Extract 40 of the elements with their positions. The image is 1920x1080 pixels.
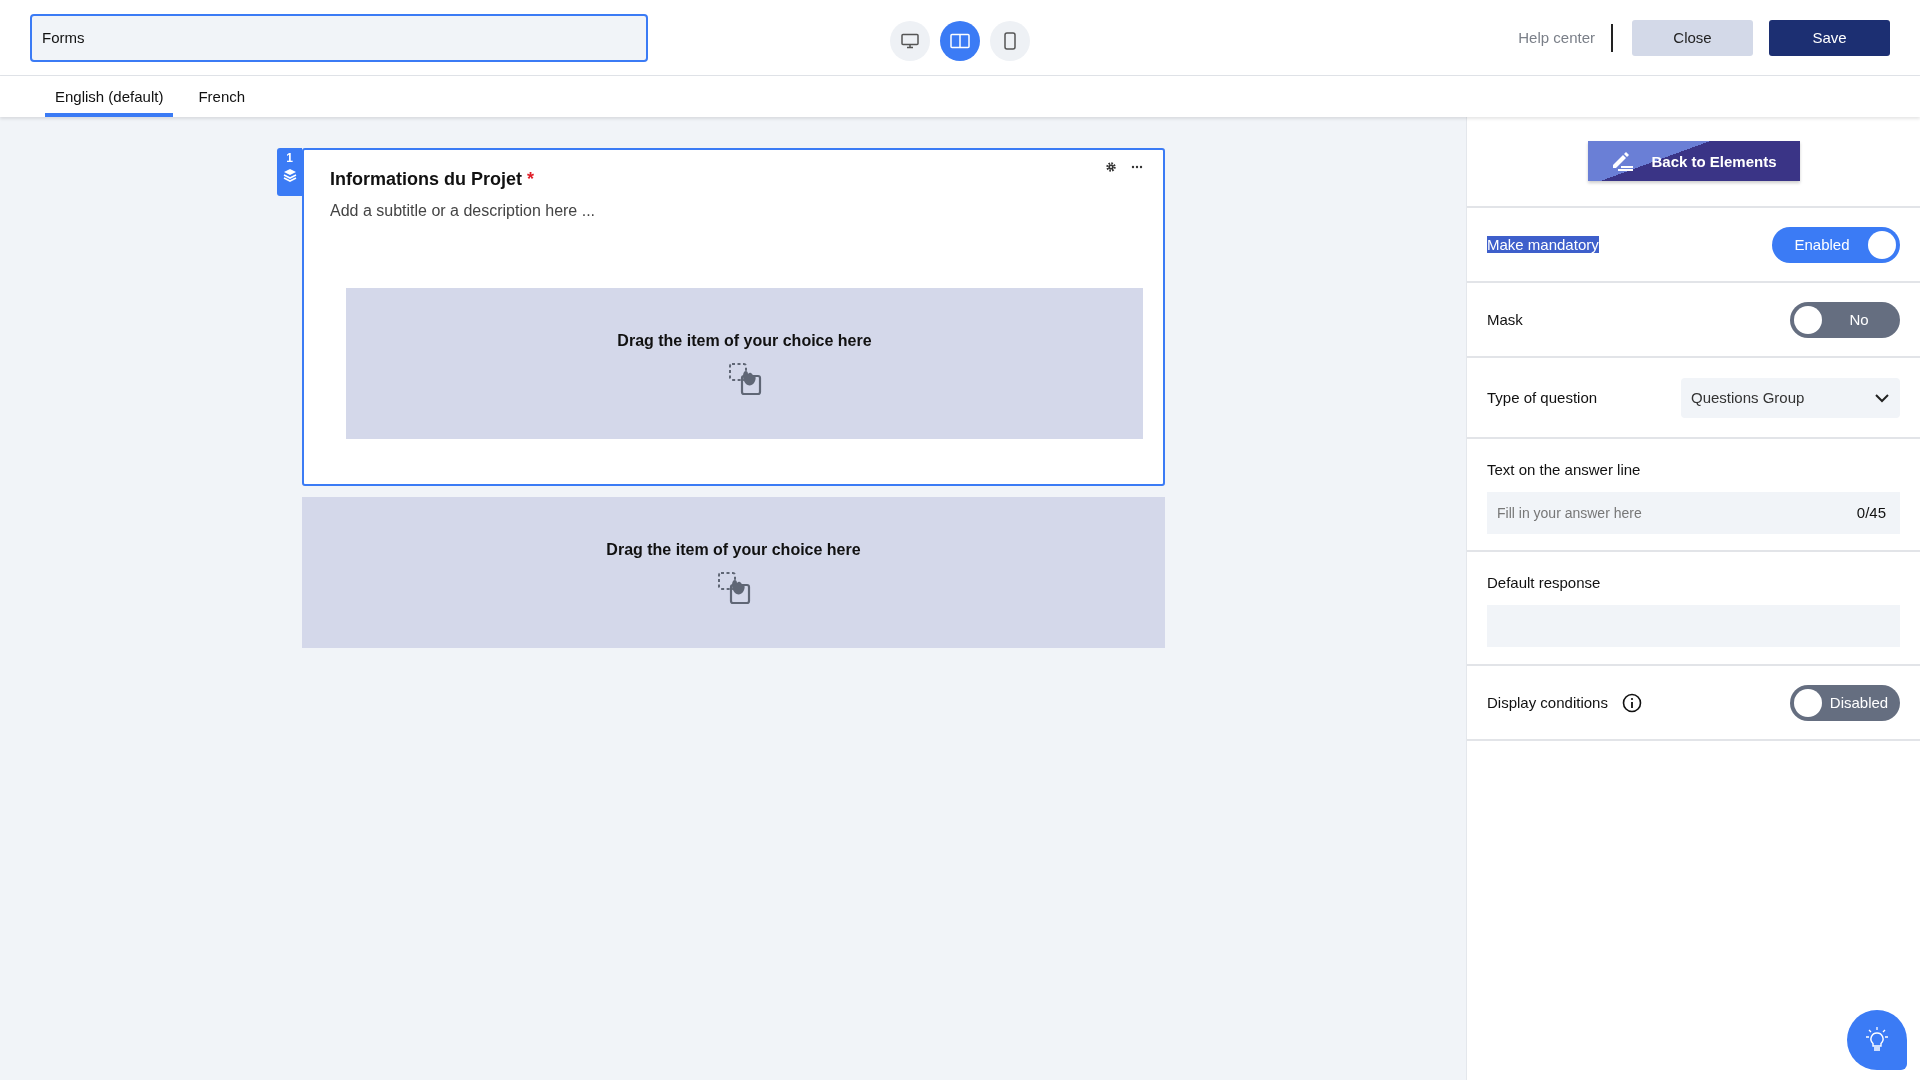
desktop-view-button[interactable] xyxy=(890,21,930,61)
info-icon[interactable] xyxy=(1621,692,1642,713)
layers-icon xyxy=(282,168,297,182)
section-card[interactable]: Informations du Projet * Add a subtitle or a description here ... Drag the item of your choice here xyxy=(302,148,1165,486)
chevron-down-icon xyxy=(1874,392,1890,403)
close-button[interactable]: Close xyxy=(1632,19,1753,56)
split-screen-icon xyxy=(950,33,970,49)
required-mark: * xyxy=(527,169,535,189)
split-view-button[interactable] xyxy=(940,21,980,61)
toggle-switch[interactable]: Enabled xyxy=(1772,226,1900,263)
lightbulb-icon xyxy=(1864,1026,1890,1054)
more-options-icon[interactable] xyxy=(1131,165,1143,169)
section-number-badge: 1 xyxy=(277,148,302,196)
question-type-dropdown[interactable]: Questions Group xyxy=(1681,377,1900,418)
settings-icon[interactable] xyxy=(1105,161,1117,173)
toggle-switch[interactable]: Disabled xyxy=(1790,684,1900,721)
setting-label: Make mandatory xyxy=(1487,236,1599,253)
monitor-icon xyxy=(901,33,919,49)
mobile-view-button[interactable] xyxy=(990,21,1030,61)
section-title[interactable]: Informations du Projet * xyxy=(330,169,1163,190)
language-tab[interactable]: French xyxy=(188,76,256,117)
setting-label: Default response xyxy=(1487,574,1602,591)
tips-button[interactable] xyxy=(1847,1010,1907,1070)
form-name-field[interactable]: Forms xyxy=(30,13,648,62)
drag-hand-icon xyxy=(716,570,751,605)
setting-label: Type of question xyxy=(1487,389,1598,406)
drop-zone-text: Drag the item of your choice here xyxy=(606,540,861,559)
setting-label: Mask xyxy=(1487,311,1523,328)
drag-hand-icon xyxy=(727,361,762,396)
section-subtitle[interactable]: Add a subtitle or a description here ... xyxy=(330,202,1163,220)
help-center-link[interactable]: Help center xyxy=(1518,29,1595,46)
phone-icon xyxy=(1004,32,1016,50)
language-tab[interactable]: English (default) xyxy=(45,76,174,117)
setting-label: Text on the answer line xyxy=(1487,461,1642,478)
save-button[interactable]: Save xyxy=(1769,19,1890,56)
toggle-switch[interactable]: No xyxy=(1790,301,1900,338)
setting-label: Display conditions xyxy=(1487,694,1608,711)
back-to-elements-button[interactable]: Back to Elements xyxy=(1587,141,1800,181)
drop-zone-text: Drag the item of your choice here xyxy=(617,331,872,350)
character-counter: 0/45 xyxy=(1856,504,1886,521)
